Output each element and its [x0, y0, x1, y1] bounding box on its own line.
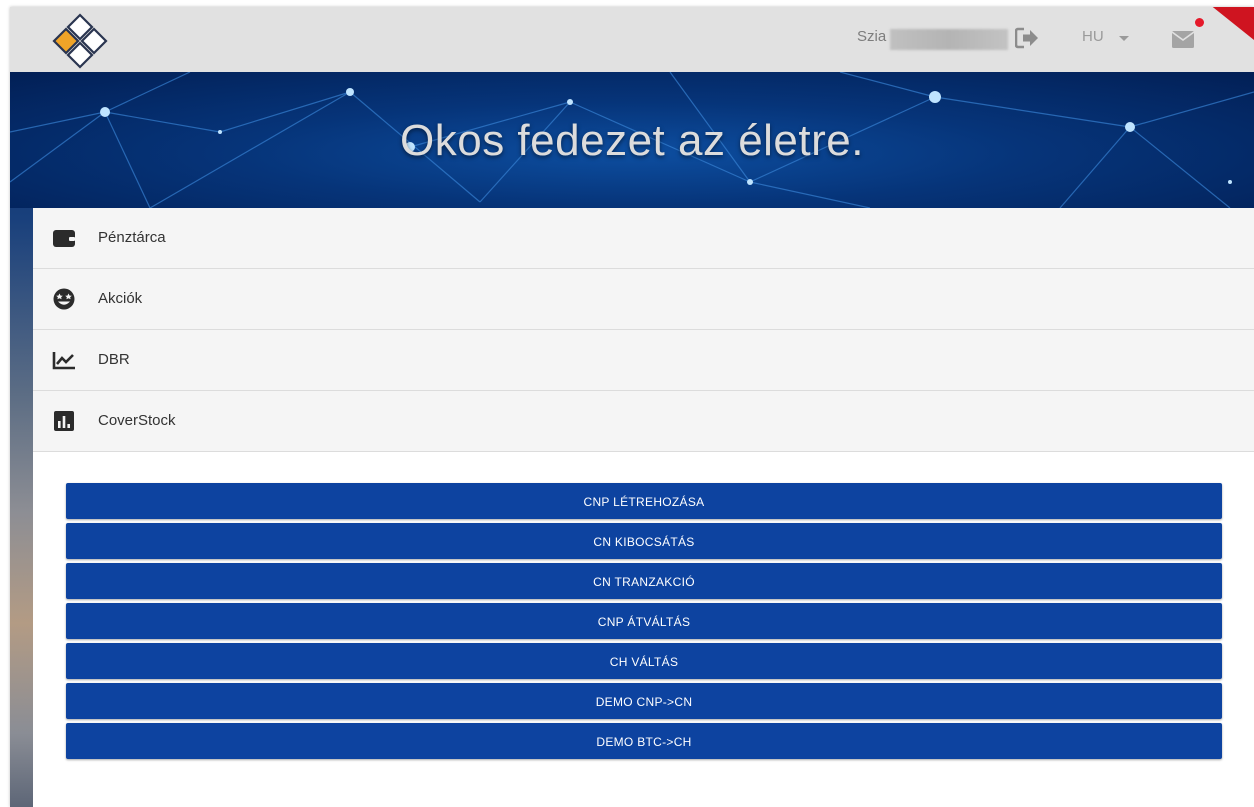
cnp-atvaltas-button[interactable]: CNP ÁTVÁLTÁS	[66, 603, 1222, 639]
banner-title: Okos fedezet az életre.	[400, 116, 864, 165]
menu-item-label: Pénztárca	[98, 229, 166, 246]
menu-item-label: DBR	[98, 351, 130, 368]
menu-item-dbr[interactable]: DBR	[33, 330, 1254, 391]
menu-item-label: Akciók	[98, 290, 143, 307]
main-content: Pénztárca Akciók DBR CoverStock CNP LÉTR…	[33, 208, 1254, 807]
ch-valtas-button[interactable]: CH VÁLTÁS	[66, 643, 1222, 679]
cnp-letrehozasa-button[interactable]: CNP LÉTREHOZÁSA	[66, 483, 1222, 519]
chevron-down-icon[interactable]	[1119, 36, 1129, 41]
line-chart-icon	[52, 352, 75, 370]
redacted-username	[890, 29, 1008, 50]
menu-item-akciok[interactable]: Akciók	[33, 269, 1254, 330]
grin-stars-icon	[53, 288, 75, 310]
cn-kibocsatas-button[interactable]: CN KIBOCSÁTÁS	[66, 523, 1222, 559]
menu-item-coverstock[interactable]: CoverStock	[33, 391, 1254, 452]
menu-item-penztarca[interactable]: Pénztárca	[33, 208, 1254, 269]
wallet-icon	[53, 230, 75, 247]
hero-banner: Okos fedezet az életre.	[10, 72, 1254, 208]
cn-tranzakcio-button[interactable]: CN TRANZAKCIÓ	[66, 563, 1222, 599]
greeting-text: Szia	[857, 28, 887, 45]
language-selector[interactable]: HU	[1082, 28, 1104, 45]
bar-chart-icon	[54, 411, 74, 431]
demo-btc-ch-button[interactable]: DEMO BTC->CH	[66, 723, 1222, 759]
logout-icon[interactable]	[1015, 27, 1039, 49]
demo-cnp-cn-button[interactable]: DEMO CNP->CN	[66, 683, 1222, 719]
logo[interactable]	[52, 13, 108, 69]
top-bar: Szia HU	[10, 7, 1254, 72]
menu-item-label: CoverStock	[98, 412, 176, 429]
app-window: Szia HU Okos fedezet az életre. Pénztárc…	[10, 7, 1254, 807]
corner-ribbon	[1212, 7, 1254, 40]
